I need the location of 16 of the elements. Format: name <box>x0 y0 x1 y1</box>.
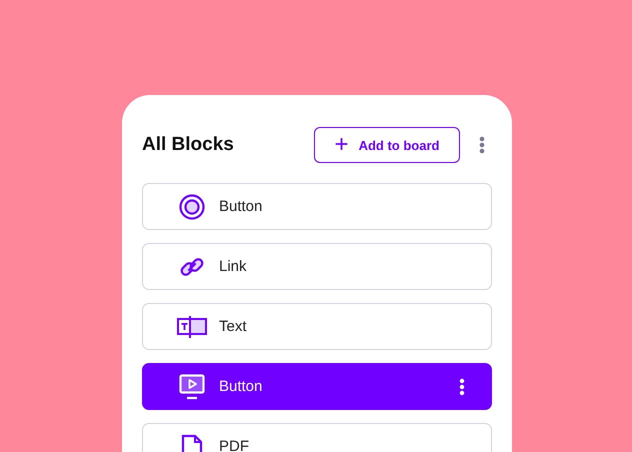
block-item[interactable]: Link <box>142 243 492 290</box>
block-label: PDF <box>219 438 250 452</box>
block-label: Button <box>219 198 264 215</box>
block-item[interactable]: Button <box>142 183 492 230</box>
target-icon <box>177 194 207 220</box>
panel-title: All Blocks <box>142 134 235 156</box>
block-label: Button <box>219 378 264 395</box>
add-to-board-button[interactable]: + Add to board <box>314 127 460 163</box>
block-item[interactable]: Text <box>142 303 492 350</box>
more-options-icon[interactable] <box>459 378 465 396</box>
video-screen-icon <box>177 374 207 400</box>
block-item[interactable]: Button <box>142 363 492 410</box>
block-label: Link <box>219 258 248 275</box>
block-item[interactable]: PDF <box>142 423 492 452</box>
more-options-icon[interactable] <box>479 136 485 154</box>
block-label: Text <box>219 318 248 335</box>
